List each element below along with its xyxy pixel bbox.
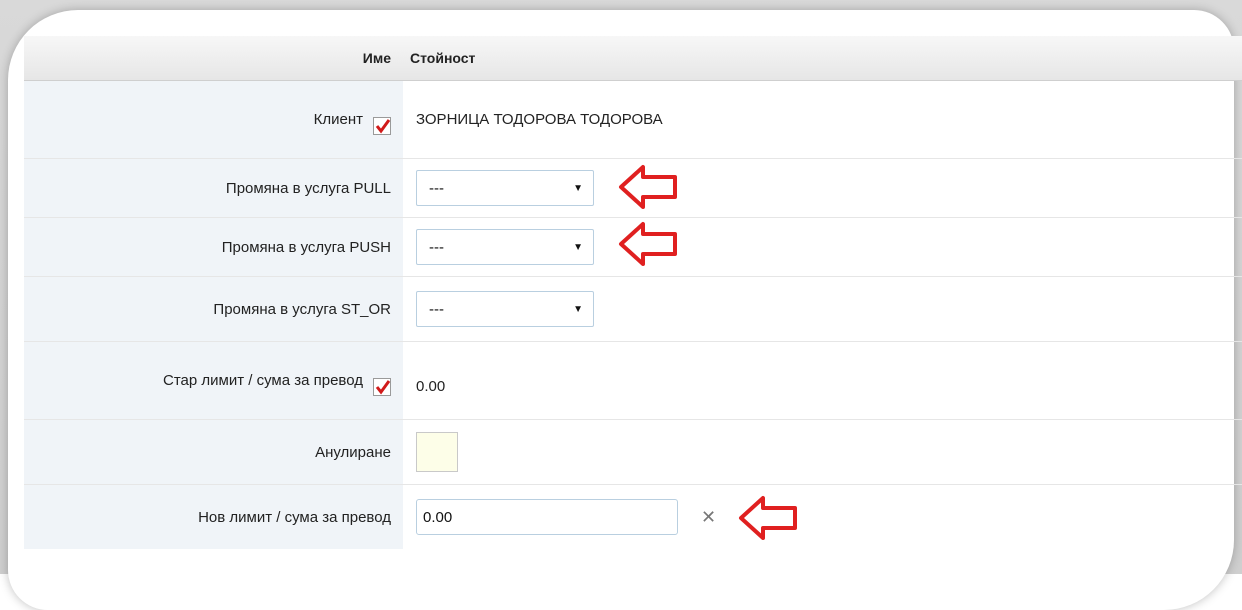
client-value: ЗОРНИЦА ТОДОРОВА ТОДОРОВА bbox=[416, 111, 663, 128]
row-new-limit: Нов лимит / сума за превод 0.00 ✕ bbox=[24, 485, 1242, 549]
caret-down-icon: ▼ bbox=[573, 303, 583, 315]
header-value: Стойност bbox=[410, 50, 476, 66]
cancel-checkbox[interactable] bbox=[416, 432, 458, 472]
left-arrow-annotation-icon bbox=[619, 165, 677, 209]
push-label: Промяна в услуга PUSH bbox=[24, 218, 403, 276]
new-limit-label: Нов лимит / сума за превод bbox=[24, 485, 403, 549]
checkbox-checked-icon[interactable] bbox=[373, 377, 391, 396]
old-limit-label-cell: Стар лимит / сума за превод bbox=[24, 342, 403, 419]
st-or-value-cell: --- ▼ bbox=[403, 277, 1242, 341]
row-push: Промяна в услуга PUSH --- ▼ bbox=[24, 218, 1242, 277]
row-client: Клиент ЗОРНИЦА ТОДОРОВА ТОДОРОВА bbox=[24, 81, 1242, 159]
clear-x-icon[interactable]: ✕ bbox=[701, 507, 716, 528]
row-pull: Промяна в услуга PULL --- ▼ bbox=[24, 159, 1242, 218]
checkbox-checked-icon[interactable] bbox=[373, 116, 391, 135]
pull-value-cell: --- ▼ bbox=[403, 159, 1242, 217]
left-arrow-annotation-icon bbox=[619, 222, 677, 266]
push-selected-value: --- bbox=[429, 238, 444, 256]
cancel-value-cell bbox=[403, 420, 1242, 484]
cancel-label: Анулиране bbox=[24, 420, 403, 484]
row-cancel: Анулиране bbox=[24, 420, 1242, 485]
pull-selected-value: --- bbox=[429, 179, 444, 197]
old-limit-value: 0.00 bbox=[416, 378, 446, 395]
grid-header: Име Стойност bbox=[24, 36, 1242, 81]
push-select[interactable]: --- ▼ bbox=[416, 229, 594, 265]
st-or-label: Промяна в услуга ST_OR bbox=[24, 277, 403, 341]
client-label-cell: Клиент bbox=[24, 81, 403, 158]
client-value-cell: ЗОРНИЦА ТОДОРОВА ТОДОРОВА bbox=[403, 81, 1242, 158]
caret-down-icon: ▼ bbox=[573, 182, 583, 194]
new-limit-input[interactable]: 0.00 bbox=[416, 499, 678, 535]
old-limit-label: Стар лимит / сума за превод bbox=[163, 372, 363, 389]
left-arrow-annotation-icon bbox=[739, 496, 797, 540]
row-st-or: Промяна в услуга ST_OR --- ▼ bbox=[24, 277, 1242, 342]
old-limit-value-cell: 0.00 bbox=[403, 342, 1242, 419]
client-label: Клиент bbox=[313, 111, 363, 128]
st-or-selected-value: --- bbox=[429, 300, 444, 318]
push-value-cell: --- ▼ bbox=[403, 218, 1242, 276]
caret-down-icon: ▼ bbox=[573, 241, 583, 253]
new-limit-value-cell: 0.00 ✕ bbox=[403, 485, 1242, 549]
st-or-select[interactable]: --- ▼ bbox=[416, 291, 594, 327]
header-name: Име bbox=[362, 50, 391, 66]
data-grid: Име Стойност Клиент ЗОРНИЦА ТОДОРОВА ТОД… bbox=[24, 36, 1242, 549]
pull-select[interactable]: --- ▼ bbox=[416, 170, 594, 206]
row-old-limit: Стар лимит / сума за превод 0.00 bbox=[24, 342, 1242, 420]
pull-label: Промяна в услуга PULL bbox=[24, 159, 403, 217]
